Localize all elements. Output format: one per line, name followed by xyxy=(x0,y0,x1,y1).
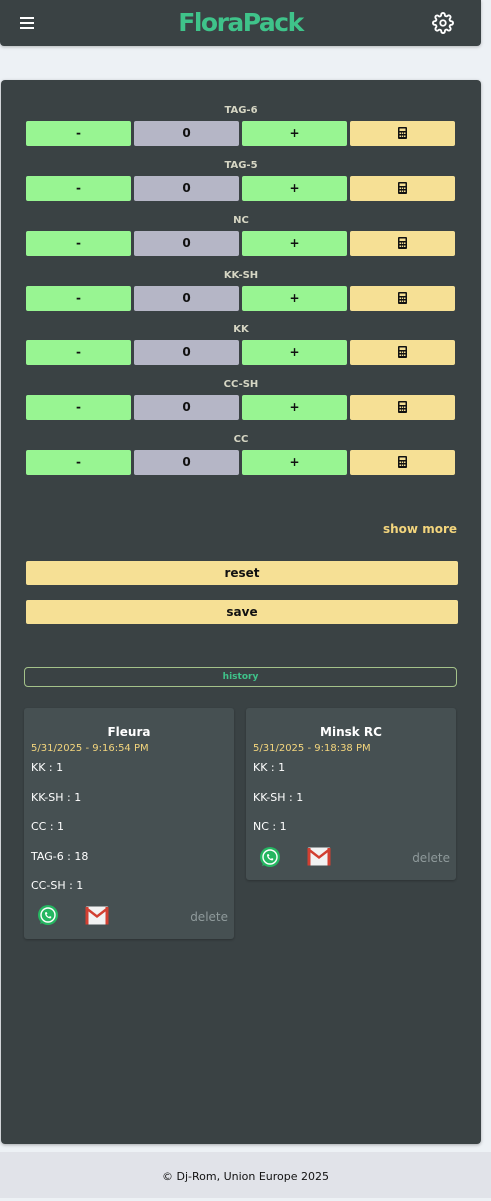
calculator-button[interactable] xyxy=(350,121,455,146)
counter-kk: KK - 0 + xyxy=(1,324,481,374)
counter-label: CC-SH xyxy=(223,379,259,390)
show-more-link[interactable]: show more xyxy=(383,522,457,536)
decrement-button[interactable]: - xyxy=(26,231,131,256)
card-entry: CC : 1 xyxy=(31,820,65,833)
calculator-icon xyxy=(398,181,407,194)
decrement-button[interactable]: - xyxy=(26,121,131,146)
counter-label: TAG-6 xyxy=(224,105,258,116)
calculator-icon xyxy=(398,345,407,358)
calculator-button[interactable] xyxy=(350,286,455,311)
decrement-button[interactable]: - xyxy=(26,450,131,475)
card-title: Minsk RC xyxy=(320,725,382,739)
reset-button[interactable]: reset xyxy=(26,561,458,585)
counter-kk-sh: KK-SH - 0 + xyxy=(1,270,481,320)
counter-label: KK-SH xyxy=(223,270,259,281)
gmail-icon[interactable] xyxy=(307,847,331,866)
card-entry: KK : 1 xyxy=(253,761,286,774)
calculator-button[interactable] xyxy=(350,395,455,420)
gear-icon[interactable] xyxy=(432,12,454,34)
calculator-icon xyxy=(398,400,407,413)
counter-label: KK xyxy=(233,324,249,335)
delete-button[interactable]: delete xyxy=(190,910,228,924)
calculator-icon xyxy=(398,126,407,139)
count-value: 0 xyxy=(134,340,239,365)
footer-copyright: © Dj-Rom, Union Europe 2025 xyxy=(0,1152,491,1198)
save-button[interactable]: save xyxy=(26,600,458,624)
counter-cc-sh: CC-SH - 0 + xyxy=(1,379,481,429)
increment-button[interactable]: + xyxy=(242,450,347,475)
counter-tag-5: TAG-5 - 0 + xyxy=(1,160,481,210)
calculator-button[interactable] xyxy=(350,450,455,475)
main-panel: TAG-6 - 0 + TAG-5 - 0 + NC - 0 + KK-SH -… xyxy=(1,80,481,1144)
card-entry: NC : 1 xyxy=(253,820,287,833)
decrement-button[interactable]: - xyxy=(26,286,131,311)
history-card: Minsk RC 5/31/2025 - 9:18:38 PM KK : 1 K… xyxy=(246,708,456,880)
increment-button[interactable]: + xyxy=(242,395,347,420)
calculator-icon xyxy=(398,291,407,304)
card-entry: TAG-6 : 18 xyxy=(31,850,89,863)
count-value: 0 xyxy=(134,450,239,475)
count-value: 0 xyxy=(134,176,239,201)
card-entry: KK : 1 xyxy=(31,761,64,774)
count-value: 0 xyxy=(134,286,239,311)
card-timestamp: 5/31/2025 - 9:18:38 PM xyxy=(253,743,371,754)
counter-label: NC xyxy=(233,215,249,226)
increment-button[interactable]: + xyxy=(242,176,347,201)
decrement-button[interactable]: - xyxy=(26,340,131,365)
brand-logo: FloraPack xyxy=(178,8,304,37)
card-entry: KK-SH : 1 xyxy=(253,791,304,804)
count-value: 0 xyxy=(134,395,239,420)
decrement-button[interactable]: - xyxy=(26,395,131,420)
card-entry: KK-SH : 1 xyxy=(31,791,82,804)
increment-button[interactable]: + xyxy=(242,340,347,365)
history-button[interactable]: history xyxy=(24,667,457,687)
count-value: 0 xyxy=(134,231,239,256)
count-value: 0 xyxy=(134,121,239,146)
whatsapp-icon[interactable] xyxy=(259,846,281,868)
decrement-button[interactable]: - xyxy=(26,176,131,201)
increment-button[interactable]: + xyxy=(242,231,347,256)
card-timestamp: 5/31/2025 - 9:16:54 PM xyxy=(31,743,149,754)
app-header: FloraPack xyxy=(0,0,481,46)
whatsapp-icon[interactable] xyxy=(37,904,59,926)
calculator-button[interactable] xyxy=(350,340,455,365)
gmail-icon[interactable] xyxy=(85,906,109,925)
calculator-icon xyxy=(398,455,407,468)
counter-nc: NC - 0 + xyxy=(1,215,481,265)
counter-label: TAG-5 xyxy=(224,160,258,171)
calculator-icon xyxy=(398,236,407,249)
calculator-button[interactable] xyxy=(350,231,455,256)
counter-label: CC xyxy=(233,434,249,445)
history-card: Fleura 5/31/2025 - 9:16:54 PM KK : 1 KK-… xyxy=(24,708,234,939)
increment-button[interactable]: + xyxy=(242,286,347,311)
calculator-button[interactable] xyxy=(350,176,455,201)
increment-button[interactable]: + xyxy=(242,121,347,146)
card-title: Fleura xyxy=(107,725,151,739)
counter-cc: CC - 0 + xyxy=(1,434,481,484)
counter-tag-6: TAG-6 - 0 + xyxy=(1,105,481,155)
delete-button[interactable]: delete xyxy=(412,851,450,865)
card-entry: CC-SH : 1 xyxy=(31,879,84,892)
